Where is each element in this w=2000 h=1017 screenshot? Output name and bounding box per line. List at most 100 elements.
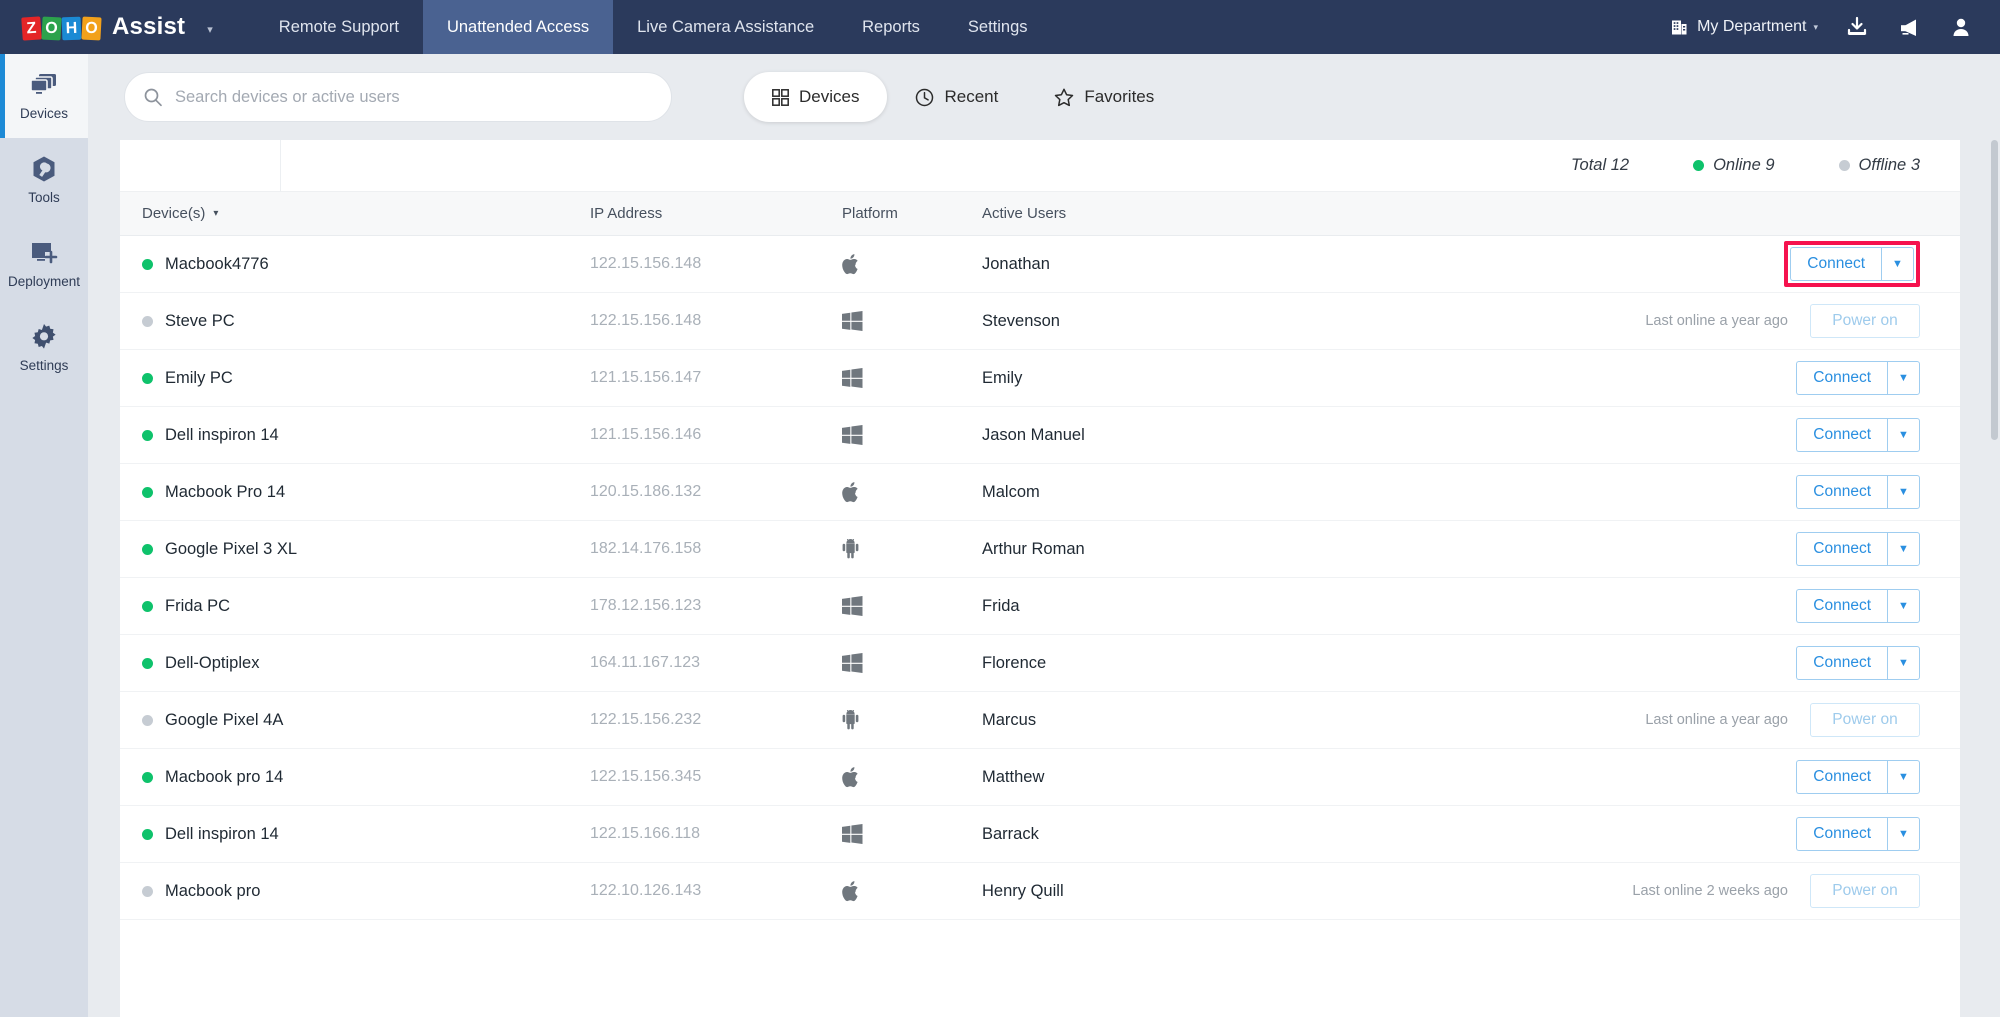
chevron-down-icon[interactable]: ▼ xyxy=(1887,817,1920,851)
brand-area[interactable]: Z O H O Assist ▾ xyxy=(0,0,213,54)
tab-devices[interactable]: Devices xyxy=(744,72,887,122)
department-selector[interactable]: My Department ▾ xyxy=(1670,18,1818,37)
connect-button[interactable]: Connect xyxy=(1796,817,1887,851)
nav-item-live-camera-assistance[interactable]: Live Camera Assistance xyxy=(613,0,838,54)
table-row[interactable]: Macbook pro 14122.15.156.345MatthewConne… xyxy=(120,749,1960,806)
connect-button-group[interactable]: Connect▼ xyxy=(1796,418,1920,452)
windows-icon xyxy=(842,368,863,388)
chevron-down-icon[interactable]: ▼ xyxy=(1887,361,1920,395)
device-status-dot xyxy=(142,658,153,669)
platform-cell xyxy=(842,539,982,559)
sidebar-item-deployment[interactable]: Deployment xyxy=(0,222,88,306)
sidebar-item-tools[interactable]: Tools xyxy=(0,138,88,222)
connect-button[interactable]: Connect xyxy=(1790,247,1881,281)
ip-address-cell: 164.11.167.123 xyxy=(590,654,842,672)
connect-button[interactable]: Connect xyxy=(1796,646,1887,680)
table-row[interactable]: Dell-Optiplex164.11.167.123FlorenceConne… xyxy=(120,635,1960,692)
device-name-label: Macbook Pro 14 xyxy=(165,483,285,502)
connect-button[interactable]: Connect xyxy=(1796,361,1887,395)
table-row[interactable]: Google Pixel 4A122.15.156.232MarcusLast … xyxy=(120,692,1960,749)
nav-item-reports[interactable]: Reports xyxy=(838,0,944,54)
connect-button[interactable]: Connect xyxy=(1796,475,1887,509)
connect-button[interactable]: Connect xyxy=(1796,589,1887,623)
connect-button-group[interactable]: Connect▼ xyxy=(1796,589,1920,623)
windows-icon xyxy=(842,425,863,445)
connect-button-group[interactable]: Connect▼ xyxy=(1796,532,1920,566)
tab-label-favorites: Favorites xyxy=(1084,87,1154,107)
tab-favorites[interactable]: Favorites xyxy=(1026,72,1182,122)
connect-button-group[interactable]: Connect▼ xyxy=(1790,247,1914,281)
table-row[interactable]: Dell inspiron 14122.15.166.118BarrackCon… xyxy=(120,806,1960,863)
tools-icon xyxy=(30,155,58,183)
counter-offline: Offline 3 xyxy=(1839,156,1920,175)
connect-button[interactable]: Connect xyxy=(1796,418,1887,452)
nav-item-unattended-access[interactable]: Unattended Access xyxy=(423,0,613,54)
device-name-cell: Dell inspiron 14 xyxy=(120,825,590,844)
power-on-button[interactable]: Power on xyxy=(1810,703,1920,737)
chevron-down-icon[interactable]: ▼ xyxy=(1887,646,1920,680)
vertical-scrollbar[interactable] xyxy=(1991,140,1998,1017)
power-on-button[interactable]: Power on xyxy=(1810,874,1920,908)
department-label: My Department xyxy=(1697,18,1806,36)
ip-address-cell: 122.15.156.232 xyxy=(590,711,842,729)
chevron-down-icon[interactable]: ▼ xyxy=(1887,475,1920,509)
ip-address-cell: 122.15.166.118 xyxy=(590,825,842,843)
platform-cell xyxy=(842,824,982,844)
chevron-down-icon[interactable]: ▼ xyxy=(1881,247,1914,281)
table-row[interactable]: Dell inspiron 14121.15.156.146Jason Manu… xyxy=(120,407,1960,464)
scrollbar-thumb[interactable] xyxy=(1991,140,1998,440)
device-status-dot xyxy=(142,715,153,726)
search-input[interactable] xyxy=(175,88,653,107)
download-icon[interactable] xyxy=(1844,14,1870,40)
device-table-body: Macbook4776122.15.156.148JonathanConnect… xyxy=(120,236,1960,920)
connect-button-group[interactable]: Connect▼ xyxy=(1796,646,1920,680)
logo-tile-o1: O xyxy=(41,17,61,41)
power-on-button[interactable]: Power on xyxy=(1810,304,1920,338)
device-name-label: Frida PC xyxy=(165,597,230,616)
connect-button-group[interactable]: Connect▼ xyxy=(1796,475,1920,509)
table-row[interactable]: Google Pixel 3 XL182.14.176.158Arthur Ro… xyxy=(120,521,1960,578)
row-actions-cell: Connect▼ xyxy=(1422,361,1960,395)
table-row[interactable]: Frida PC178.12.156.123FridaConnect▼ xyxy=(120,578,1960,635)
grid-icon xyxy=(772,89,789,106)
counter-online-label: Online 9 xyxy=(1713,156,1774,175)
chevron-down-icon[interactable]: ▼ xyxy=(1887,532,1920,566)
tab-recent[interactable]: Recent xyxy=(887,72,1026,122)
device-status-dot xyxy=(142,886,153,897)
connect-button[interactable]: Connect xyxy=(1796,760,1887,794)
active-user-cell: Matthew xyxy=(982,768,1422,787)
search-box[interactable] xyxy=(124,72,672,122)
view-tabs: Devices Recent Favorites xyxy=(744,72,1182,122)
user-avatar-icon[interactable] xyxy=(1948,14,1974,40)
device-name-cell: Macbook pro xyxy=(120,882,590,901)
table-row[interactable]: Macbook Pro 14120.15.186.132MalcomConnec… xyxy=(120,464,1960,521)
megaphone-icon[interactable] xyxy=(1896,14,1922,40)
column-header-devices[interactable]: Device(s) ▾ xyxy=(120,205,590,222)
connect-button[interactable]: Connect xyxy=(1796,532,1887,566)
table-row[interactable]: Macbook4776122.15.156.148JonathanConnect… xyxy=(120,236,1960,293)
sidebar-item-devices[interactable]: Devices xyxy=(0,54,88,138)
table-row[interactable]: Steve PC122.15.156.148StevensonLast onli… xyxy=(120,293,1960,350)
nav-item-remote-support[interactable]: Remote Support xyxy=(255,0,423,54)
row-actions-cell: Connect▼ xyxy=(1422,418,1960,452)
sidebar-item-settings[interactable]: Settings xyxy=(0,306,88,390)
device-status-dot xyxy=(142,259,153,270)
chevron-down-icon[interactable]: ▼ xyxy=(1887,760,1920,794)
chevron-down-icon[interactable]: ▼ xyxy=(1887,418,1920,452)
table-row[interactable]: Emily PC121.15.156.147EmilyConnect▼ xyxy=(120,350,1960,407)
row-actions-cell: Connect▼ xyxy=(1422,475,1960,509)
connect-button-group[interactable]: Connect▼ xyxy=(1796,817,1920,851)
toolbar: Devices Recent Favorites xyxy=(88,54,2000,140)
apple-icon xyxy=(842,253,861,275)
chevron-down-icon[interactable]: ▾ xyxy=(207,23,213,36)
connect-button-group[interactable]: Connect▼ xyxy=(1796,361,1920,395)
top-navigation-bar: Z O H O Assist ▾ Remote Support Unattend… xyxy=(0,0,2000,54)
table-row[interactable]: Macbook pro122.10.126.143Henry QuillLast… xyxy=(120,863,1960,920)
devices-icon xyxy=(29,71,59,99)
connect-button-group[interactable]: Connect▼ xyxy=(1796,760,1920,794)
device-name-label: Macbook4776 xyxy=(165,255,269,274)
chevron-down-icon[interactable]: ▼ xyxy=(1887,589,1920,623)
nav-item-settings[interactable]: Settings xyxy=(944,0,1052,54)
platform-cell xyxy=(842,311,982,331)
gear-icon xyxy=(30,323,58,351)
